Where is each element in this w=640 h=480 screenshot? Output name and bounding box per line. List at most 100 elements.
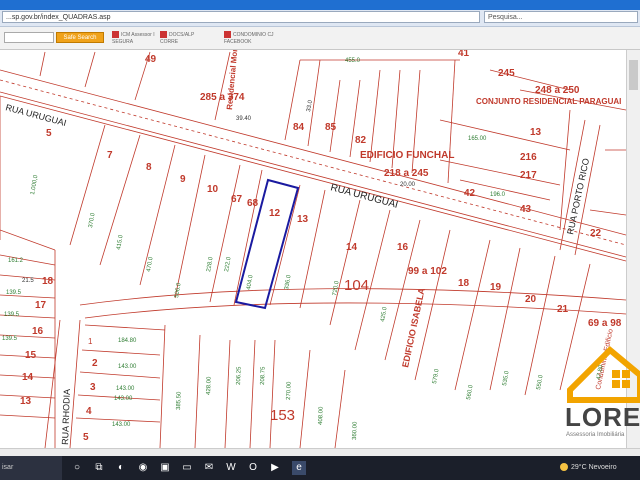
lot-number: 68 — [247, 198, 259, 209]
taskbar: isar ○ ⧉ ◐ ◉ ▣ ▭ ✉ W O ▶ e 29°C Nevoeiro — [0, 456, 640, 480]
circle-icon[interactable]: ○ — [70, 461, 84, 475]
measure-label: 506.0 — [174, 282, 183, 298]
measure-label: 143.00 — [118, 364, 137, 370]
lot-number: 5 — [83, 432, 89, 443]
favorite-icon — [224, 31, 231, 38]
cadastral-map[interactable]: RUA URUGUAI RUA URUGUAI RUA PORTO RICO R… — [0, 50, 626, 448]
lot-number: 8 — [146, 162, 152, 173]
measure-label: 20.00 — [400, 182, 416, 188]
measure-label: 470.0 — [146, 256, 155, 272]
lot-number: 41 — [458, 50, 470, 59]
lot-number: 10 — [207, 184, 219, 195]
measure-label: 720.0 — [332, 280, 341, 296]
mail-icon[interactable]: ✉ — [202, 461, 216, 475]
address-row: ...sp.gov.br/index_QUADRAS.asp Pesquisa.… — [0, 10, 640, 27]
lot-number: 9 — [180, 174, 186, 185]
quick-search-button[interactable]: Safe Search — [56, 32, 104, 43]
store-icon[interactable]: ▣ — [158, 461, 172, 475]
weather-status[interactable]: 29°C Nevoeiro — [560, 456, 617, 480]
measure-label: 161.2 — [8, 258, 24, 264]
lot-number: 69 a 98 — [588, 318, 622, 329]
scrollbar-thumb[interactable] — [629, 60, 638, 90]
measure-label: 139.5 — [6, 290, 22, 296]
street-label: RUA URUGUAI — [329, 182, 399, 211]
lot-number: 84 — [293, 122, 305, 133]
measure-label: 550.0 — [536, 374, 545, 390]
lot-number: 17 — [35, 300, 47, 311]
measure-label: 143.00 — [112, 422, 131, 428]
taskbar-search[interactable]: isar — [0, 456, 62, 480]
lot-number: 3 — [90, 382, 96, 393]
favorites-bar: Safe Search ICM Assessor I SEGURA DOCS/AL… — [0, 27, 640, 50]
lot-number: 18 — [42, 276, 54, 287]
measure-label: 1.000,0 — [30, 174, 40, 195]
lot-number: 1 — [88, 337, 93, 346]
measure-label: 404.0 — [246, 274, 255, 290]
favorite-icon — [112, 31, 119, 38]
word-icon[interactable]: W — [224, 461, 238, 475]
lot-number: 67 — [231, 194, 243, 205]
lot-number: 153 — [270, 407, 295, 424]
ie-icon[interactable]: e — [292, 461, 306, 475]
lot-number: 4 — [86, 406, 92, 417]
lot-number: 12 — [269, 208, 281, 219]
lot-number: 285 a 374 — [200, 92, 245, 103]
map-svg: RUA URUGUAI RUA URUGUAI RUA PORTO RICO R… — [0, 50, 626, 448]
measure-label: 560.0 — [466, 384, 475, 400]
building-label: EDIFICIO ISABELA — [400, 287, 427, 369]
favorite-2[interactable]: DOCS/ALP CORRE — [160, 31, 194, 47]
measure-label: 21.5 — [22, 278, 34, 284]
measure-label: 385.50 — [176, 391, 183, 410]
lot-number: 22 — [590, 228, 602, 239]
measure-label: 196.0 — [490, 192, 506, 198]
media-icon[interactable]: ▶ — [268, 461, 282, 475]
lot-number: 15 — [25, 350, 37, 361]
lot-number: 82 — [355, 135, 367, 146]
lot-number: 99 a 102 — [408, 266, 447, 277]
address-bar[interactable]: ...sp.gov.br/index_QUADRAS.asp — [2, 11, 480, 23]
lot-number: 19 — [490, 282, 502, 293]
measure-label: 425.0 — [380, 306, 389, 322]
chrome-icon[interactable]: ◉ — [136, 461, 150, 475]
street-label: RUA URUGUAI — [4, 102, 67, 128]
folder-icon[interactable]: ▭ — [180, 461, 194, 475]
measure-label: 270.00 — [286, 381, 293, 400]
measure-label: 370.0 — [88, 212, 97, 228]
measure-label: 39.40 — [236, 116, 252, 122]
measure-label: 428.00 — [206, 376, 213, 395]
sun-icon — [560, 463, 568, 472]
edge-icon[interactable]: ◐ — [114, 461, 128, 475]
measure-label: 139.5 — [2, 336, 18, 342]
logo-text: LORE — [565, 402, 640, 432]
measure-label: 184.80 — [118, 338, 137, 344]
street-label: RUA RHODIA — [60, 389, 72, 445]
lot-number: 248 a 250 — [535, 85, 580, 96]
favorite-3[interactable]: CONDOMINIO CJ FACEBOOK — [224, 31, 274, 47]
task-view-icon[interactable]: ⧉ — [92, 461, 106, 475]
measure-label: 143.00 — [114, 396, 133, 402]
measure-label: 535.0 — [502, 370, 511, 386]
measure-label: 336.0 — [284, 274, 293, 290]
lot-number: 14 — [346, 242, 358, 253]
lot-number: 2 — [92, 358, 98, 369]
building-label: EDIFICIO FUNCHAL — [360, 150, 454, 161]
lot-number: 13 — [530, 127, 542, 138]
measure-label: 208.75 — [260, 366, 267, 385]
logo-subtitle: Assessoria Imobiliária — [566, 432, 625, 438]
measure-label: 139.5 — [4, 312, 20, 318]
lot-number: 13 — [297, 214, 309, 225]
measure-label: 455.0 — [345, 58, 361, 64]
lot-number: 85 — [325, 122, 337, 133]
lot-number: 16 — [397, 242, 409, 253]
favorite-1[interactable]: ICM Assessor I SEGURA — [112, 31, 155, 47]
quick-search-input[interactable] — [4, 32, 54, 43]
lot-number: 18 — [458, 278, 470, 289]
measure-label: 360.00 — [352, 421, 359, 440]
measure-label: 206.25 — [236, 366, 243, 385]
opera-icon[interactable]: O — [246, 461, 260, 475]
lot-number: 42 — [464, 188, 476, 199]
measure-label: 579.0 — [432, 368, 441, 384]
lot-number: 43 — [520, 204, 532, 215]
lot-number: 16 — [32, 326, 44, 337]
search-input[interactable]: Pesquisa... — [484, 11, 638, 23]
